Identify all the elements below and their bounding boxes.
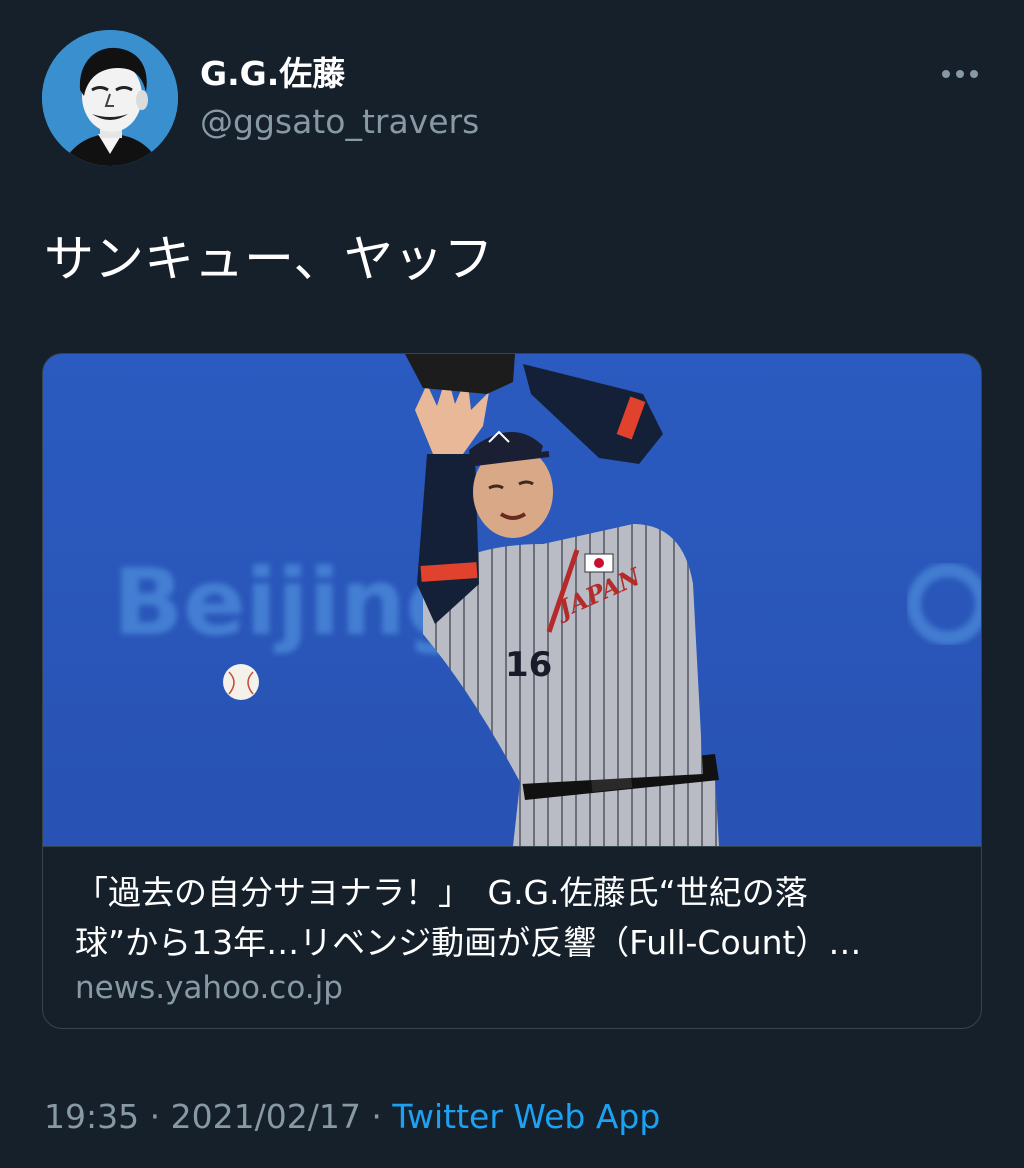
tweet-text: サンキュー、ヤッフ <box>44 230 494 288</box>
card-image[interactable]: Beijing JAPAN 16 <box>43 354 981 846</box>
avatar-portrait <box>42 30 178 166</box>
display-name[interactable]: G.G.佐藤 <box>200 52 345 96</box>
baseball <box>223 664 259 700</box>
more-button[interactable] <box>932 56 988 92</box>
avatar[interactable] <box>42 30 178 166</box>
tweet-meta: 19:35 · 2021/02/17 · Twitter Web App <box>44 1094 660 1140</box>
meta-separator: · <box>149 1097 161 1136</box>
baseball-photo: Beijing JAPAN 16 <box>43 354 981 846</box>
card-title[interactable]: 「過去の自分サヨナラ！」 G.G.佐藤氏“世紀の落 球”から13年…リベンジ動画… <box>75 868 955 968</box>
tweet-source-link[interactable]: Twitter Web App <box>392 1097 660 1136</box>
card-divider <box>43 846 981 847</box>
user-handle[interactable]: @ggsato_travers <box>200 100 479 144</box>
jersey-number: 16 <box>505 645 552 685</box>
card-title-line: 「過去の自分サヨナラ！」 G.G.佐藤氏“世紀の落 <box>75 873 808 912</box>
link-card[interactable]: Beijing JAPAN 16 「過去の自分サヨナラ！」 G.G.佐藤氏“世紀… <box>42 353 982 1029</box>
background-lettering: Beijing <box>113 549 471 656</box>
meta-separator: · <box>371 1097 382 1136</box>
tweet-date[interactable]: 2021/02/17 <box>171 1097 361 1136</box>
card-domain: news.yahoo.co.jp <box>75 970 343 1006</box>
card-title-line: 球”から13年…リベンジ動画が反響（Full-Count）… <box>75 923 862 962</box>
tweet-time[interactable]: 19:35 <box>44 1097 139 1136</box>
tweet: G.G.佐藤 @ggsato_travers サンキュー、ヤッフ Beijing… <box>0 0 1024 1168</box>
more-horizontal-icon <box>942 70 978 78</box>
